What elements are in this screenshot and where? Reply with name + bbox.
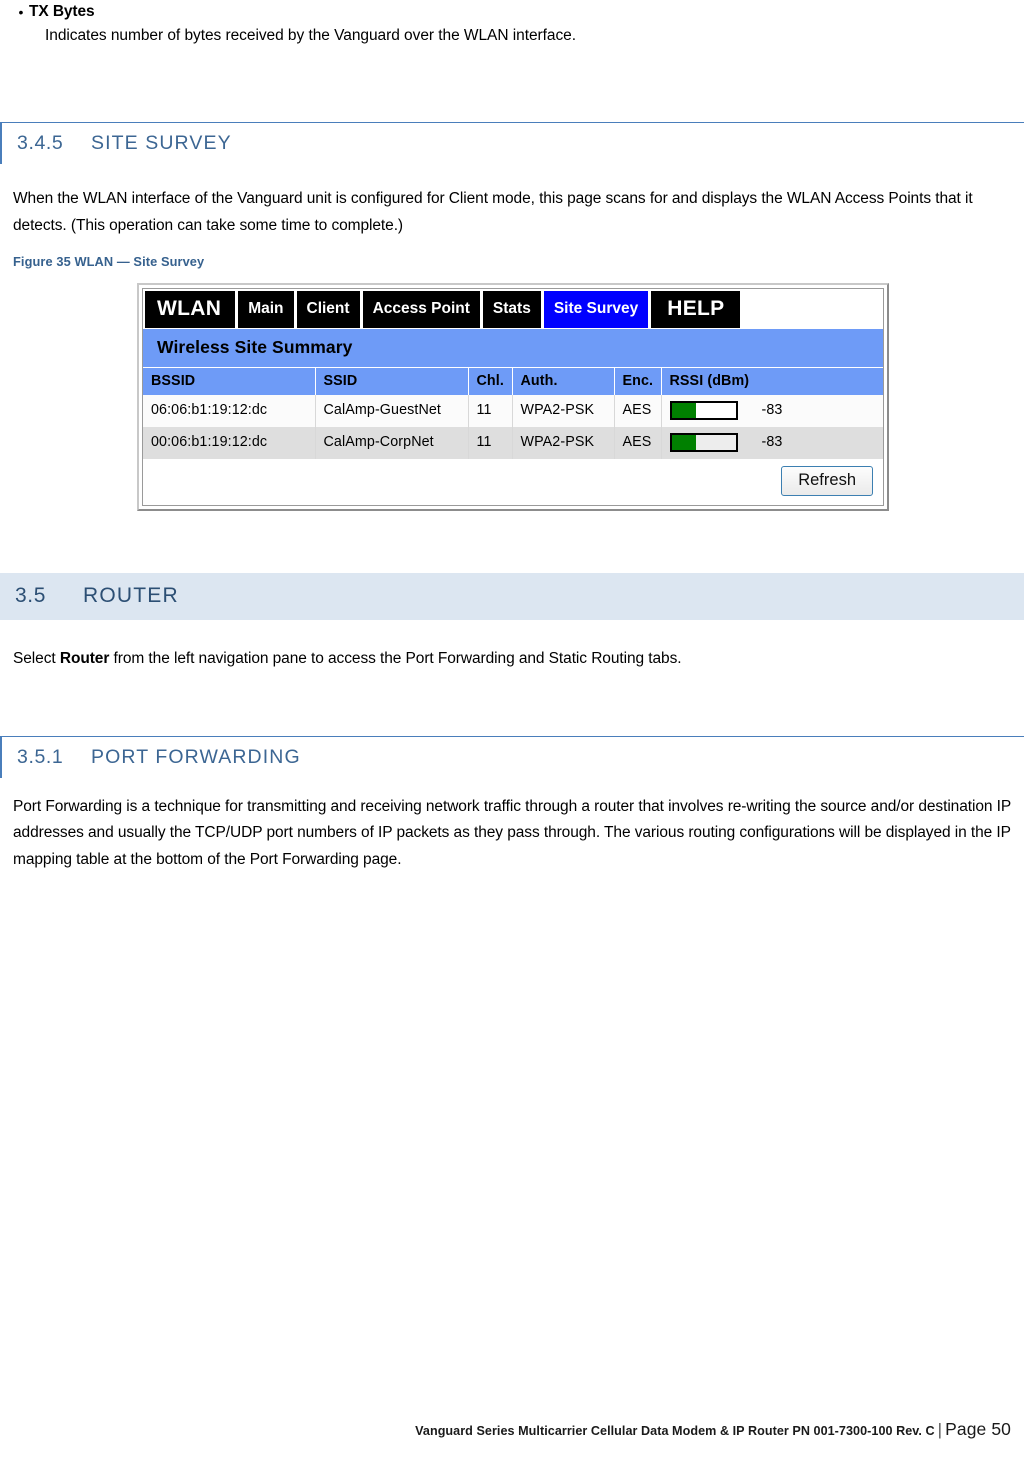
heading-3-5: 3.5 ROUTER [0,573,1024,621]
paragraph-site-survey: When the WLAN interface of the Vanguard … [13,190,973,234]
column-header-auth: Auth. [512,366,615,395]
cell-chl: 11 [468,394,513,427]
cell-bssid: 06:06:b1:19:12:dc [143,394,316,427]
column-header-rssi: RSSI (dBm) [661,366,883,395]
heading-number: 3.4.5 [17,132,64,154]
table-header-row: BSSID SSID Chl. Auth. Enc. RSSI (dBm) [143,366,883,395]
heading-title: ROUTER [83,584,179,608]
rssi-value: -83 [761,434,783,450]
screenshot-inner-frame: WLAN Main Client Access Point Stats Site… [142,288,884,507]
bullet-description: Indicates number of bytes received by th… [45,27,577,44]
bullet-marker-icon: • [18,4,24,20]
refresh-row: Refresh [143,458,883,506]
cell-chl: 11 [468,426,513,459]
table-row: 00:06:b1:19:12:dc CalAmp-CorpNet 11 WPA2… [143,426,883,459]
bullet-item: • TX Bytes Indicates number of bytes rec… [13,0,1011,48]
cell-rssi: -83 [661,394,883,427]
column-header-enc: Enc. [614,366,662,395]
figure-image: WLAN Main Client Access Point Stats Site… [13,283,1011,512]
heading-number: 3.5 [15,584,46,608]
page-footer: Vanguard Series Multicarrier Cellular Da… [0,1419,1011,1440]
column-header-bssid: BSSID [143,366,316,395]
cell-ssid: CalAmp-GuestNet [315,394,469,427]
footer-text: Vanguard Series Multicarrier Cellular Da… [415,1424,935,1438]
table-row: 06:06:b1:19:12:dc CalAmp-GuestNet 11 WPA… [143,394,883,427]
tab-help[interactable]: HELP [651,291,741,328]
refresh-button[interactable]: Refresh [781,465,873,497]
paragraph-port-forwarding: Port Forwarding is a technique for trans… [13,797,1011,868]
column-header-chl: Chl. [468,366,513,395]
tab-client[interactable]: Client [296,291,360,328]
tab-access-point[interactable]: Access Point [362,291,480,328]
cell-enc: AES [614,394,662,427]
cell-auth: WPA2-PSK [512,394,615,427]
tab-site-survey[interactable]: Site Survey [543,291,649,328]
paragraph-router-suffix: from the left navigation pane to access … [109,650,682,668]
bullet-term-row: • TX Bytes [13,0,1011,23]
footer-page-number: Page 50 [945,1419,1011,1439]
paragraph-router-prefix: Select [13,650,60,668]
site-survey-table: BSSID SSID Chl. Auth. Enc. RSSI (dBm) 06… [143,366,883,459]
tab-stats[interactable]: Stats [482,291,541,328]
rssi-value: -83 [761,402,783,418]
bullet-term: TX Bytes [29,3,95,20]
cell-ssid: CalAmp-CorpNet [315,426,469,459]
wireless-site-summary-title: Wireless Site Summary [143,327,883,367]
column-header-ssid: SSID [315,366,469,395]
cell-enc: AES [614,426,662,459]
tab-wlan[interactable]: WLAN [145,291,236,328]
heading-3-5-1: 3.5.1 PORT FORWARDING [0,735,1024,778]
rssi-signal-bar [669,432,738,452]
heading-number: 3.5.1 [17,745,64,768]
cell-bssid: 00:06:b1:19:12:dc [143,426,316,459]
tab-main[interactable]: Main [238,291,294,328]
heading-title: PORT FORWARDING [91,745,301,768]
cell-rssi: -83 [661,426,883,459]
paragraph-router: Select Router from the left navigation p… [13,646,1011,673]
heading-3-4-5: 3.4.5 SITE SURVEY [0,122,1024,164]
wlan-tab-bar: WLAN Main Client Access Point Stats Site… [143,289,883,328]
footer-separator: | [937,1420,943,1439]
paragraph-router-bold: Router [59,650,110,668]
cell-auth: WPA2-PSK [512,426,615,459]
figure-caption: Figure 35 WLAN — Site Survey [13,254,205,269]
heading-title: SITE SURVEY [91,132,232,154]
rssi-signal-bar [669,400,738,420]
document-page: • TX Bytes Indicates number of bytes rec… [0,0,1024,1457]
wlan-site-survey-screenshot: WLAN Main Client Access Point Stats Site… [137,283,889,512]
